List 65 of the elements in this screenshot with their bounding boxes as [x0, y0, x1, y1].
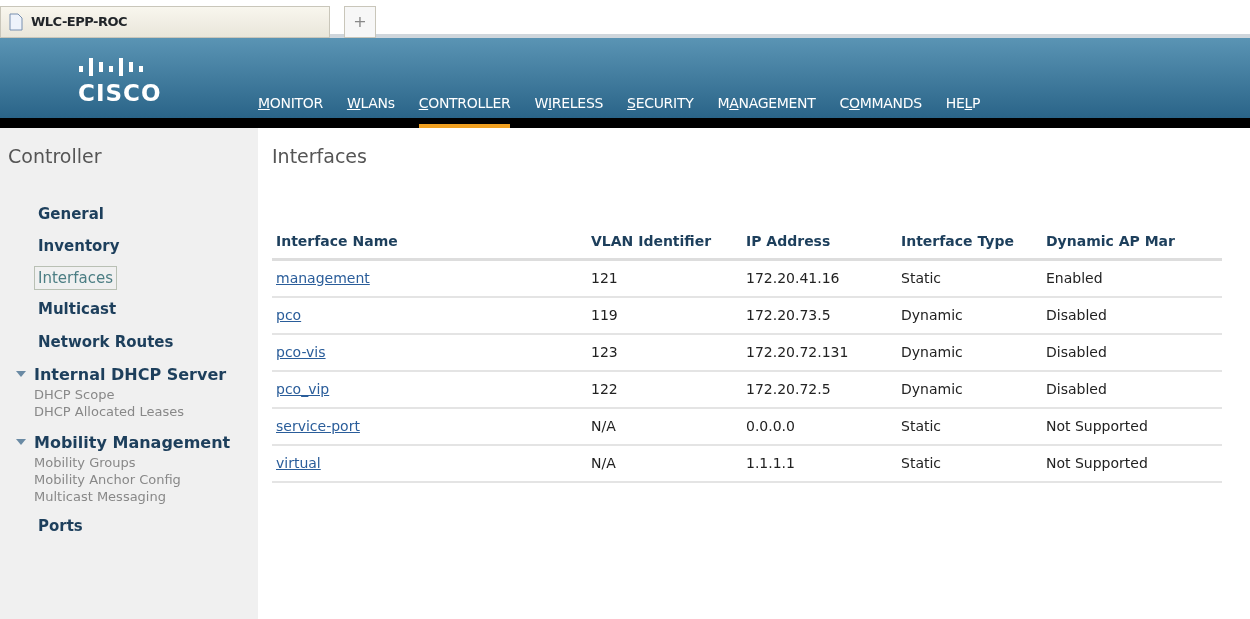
table-cell: Dynamic — [897, 370, 1042, 408]
table-cell: 0.0.0.0 — [742, 407, 897, 445]
table-cell: Disabled — [1042, 296, 1222, 334]
sidebar-group[interactable]: Mobility Management — [26, 428, 231, 455]
menu-tab[interactable]: WLANs — [346, 93, 395, 128]
table-cell: 172.20.72.131 — [742, 333, 897, 371]
table-cell: Static — [897, 259, 1042, 297]
table-cell: 119 — [587, 296, 742, 334]
sidebar-item[interactable]: Network Routes — [8, 328, 178, 355]
table-cell: N/A — [587, 407, 742, 445]
sidebar-item[interactable]: Ports — [8, 513, 87, 540]
sidebar-item[interactable]: General — [8, 200, 108, 227]
interface-link[interactable]: pco-vis — [276, 343, 326, 360]
menu-tab[interactable]: MONITOR — [258, 93, 323, 128]
sidebar-item[interactable]: Inventory — [8, 233, 124, 260]
table-cell: Disabled — [1042, 333, 1222, 371]
table-cell: Dynamic — [897, 333, 1042, 371]
table-cell: 123 — [587, 333, 742, 371]
sidebar-item[interactable]: Interfaces — [34, 265, 117, 290]
table-cell: 172.20.73.5 — [742, 296, 897, 334]
sidebar-item[interactable]: Multicast — [8, 296, 121, 323]
sidebar-group[interactable]: Internal DHCP Server — [26, 361, 227, 387]
table-cell: Static — [897, 444, 1042, 482]
menu-tab[interactable]: COMMANDS — [839, 93, 922, 128]
page-icon — [9, 13, 23, 31]
interface-link[interactable]: pco_vip — [276, 380, 330, 397]
table-cell: 122 — [587, 370, 742, 408]
expand-icon[interactable] — [16, 437, 26, 446]
sidebar-subitem[interactable]: DHCP Scope — [8, 387, 115, 404]
expand-icon[interactable] — [16, 370, 26, 378]
new-tab-button[interactable]: + — [344, 6, 376, 38]
column-header: VLAN Identifier — [587, 230, 742, 259]
tab-title: WLC-EPP-ROC — [31, 13, 128, 32]
table-cell: N/A — [587, 444, 742, 482]
sidebar-subitem[interactable]: DHCP Allocated Leases — [8, 403, 185, 421]
browser-tab[interactable]: WLC-EPP-ROC — [0, 6, 330, 38]
table-cell: Enabled — [1042, 259, 1222, 297]
table-cell: 172.20.41.16 — [742, 259, 897, 297]
menu-tab[interactable]: SECURITY — [627, 93, 694, 128]
table-cell: 1.1.1.1 — [742, 444, 897, 482]
column-header: IP Address — [742, 230, 897, 259]
menu-tab[interactable]: WIRELESS — [534, 93, 604, 128]
logo-text: CISCO — [78, 78, 162, 108]
menu-tab[interactable]: CONTROLLER — [418, 93, 511, 128]
table-cell: 172.20.72.5 — [742, 370, 897, 408]
interface-link[interactable]: management — [276, 269, 370, 286]
table-cell: Not Supported — [1042, 407, 1222, 445]
page-title: Interfaces — [272, 144, 368, 169]
interface-link[interactable]: service-port — [276, 417, 360, 434]
sidebar-subitem[interactable]: Mobility Anchor Config — [8, 471, 181, 489]
sidebar-title: Controller — [8, 144, 103, 169]
menu-tab[interactable]: HELP — [945, 93, 981, 128]
interface-link[interactable]: pco — [276, 306, 302, 323]
table-cell: Dynamic — [897, 296, 1042, 334]
column-header: Interface Type — [897, 230, 1042, 259]
table-cell: Disabled — [1042, 370, 1222, 408]
menu-tab[interactable]: MANAGEMENT — [717, 93, 816, 128]
table-cell: 121 — [587, 259, 742, 297]
column-header: Dynamic AP Mar — [1042, 230, 1222, 259]
sidebar-subitem[interactable]: Multicast Messaging — [8, 488, 166, 506]
column-header: Interface Name — [272, 230, 587, 259]
sidebar-subitem[interactable]: Mobility Groups — [8, 454, 136, 472]
table-cell: Static — [897, 407, 1042, 445]
interface-link[interactable]: virtual — [276, 454, 321, 471]
table-cell: Not Supported — [1042, 444, 1222, 482]
